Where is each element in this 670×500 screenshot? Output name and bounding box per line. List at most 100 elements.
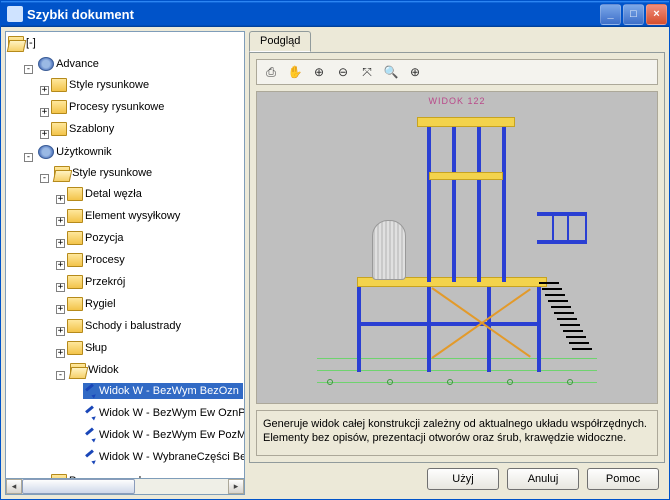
- tree-rygiel-label: Rygiel: [85, 296, 116, 312]
- gear-icon: [38, 145, 54, 159]
- tree-procesy[interactable]: Procesy: [67, 252, 129, 268]
- zoom-window-button[interactable]: 🔍: [381, 62, 401, 82]
- minimize-button[interactable]: _: [600, 4, 621, 25]
- tree-usr-style[interactable]: Style rysunkowe: [54, 165, 156, 181]
- folder-icon: [67, 253, 83, 267]
- folder-open-icon: [70, 363, 86, 377]
- collapse-icon[interactable]: -: [40, 174, 49, 183]
- tree-root-label: [-]: [26, 35, 36, 51]
- folder-icon: [67, 341, 83, 355]
- scroll-track[interactable]: [22, 479, 228, 494]
- expand-icon[interactable]: +: [56, 261, 65, 270]
- zoom-out-button[interactable]: ⊖: [333, 62, 353, 82]
- scroll-left-button[interactable]: ◂: [6, 479, 22, 494]
- expand-icon[interactable]: +: [56, 349, 65, 358]
- tree-view[interactable]: [-] - Advance +St: [5, 31, 245, 479]
- tree-root[interactable]: [-]: [8, 35, 40, 51]
- zoom-extents-button[interactable]: ⤧: [357, 62, 377, 82]
- scroll-thumb[interactable]: [22, 479, 135, 494]
- pan-button[interactable]: ✋: [285, 62, 305, 82]
- cancel-button[interactable]: Anuluj: [507, 468, 579, 490]
- tree-pozycja-label: Pozycja: [85, 230, 124, 246]
- folder-icon: [51, 100, 67, 114]
- tree-schody-label: Schody i balustrady: [85, 318, 181, 334]
- folder-icon: [67, 187, 83, 201]
- tree-element-label: Element wysyłkowy: [85, 208, 180, 224]
- expand-icon[interactable]: +: [40, 130, 49, 139]
- tree-widok-4[interactable]: Widok W - WybraneCzęści Be: [83, 449, 245, 465]
- expand-icon[interactable]: +: [56, 305, 65, 314]
- structure-drawing: [317, 112, 597, 404]
- tree-schody[interactable]: Schody i balustrady: [67, 318, 185, 334]
- tree-adv-proc-label: Procesy rysunkowe: [69, 99, 164, 115]
- preview-toolbar: ⎙ ✋ ⊕ ⊖ ⤧ 🔍 ⊕: [256, 59, 658, 85]
- folder-icon: [67, 297, 83, 311]
- folder-icon: [51, 122, 67, 136]
- expand-icon[interactable]: +: [40, 108, 49, 117]
- tree-slup[interactable]: Słup: [67, 340, 111, 356]
- expand-icon[interactable]: +: [40, 86, 49, 95]
- tree-usr-style-label: Style rysunkowe: [72, 165, 152, 181]
- tree-adv-style[interactable]: Style rysunkowe: [51, 77, 153, 93]
- folder-open-icon: [54, 166, 70, 180]
- use-button[interactable]: Użyj: [427, 468, 499, 490]
- tree-adv-szab-label: Szablony: [69, 121, 114, 137]
- collapse-icon[interactable]: -: [24, 153, 33, 162]
- tree-widok-2[interactable]: Widok W - BezWym Ew OznP: [83, 405, 245, 421]
- tree-adv-proc[interactable]: Procesy rysunkowe: [51, 99, 168, 115]
- preview-viewport[interactable]: WIDOK 122: [256, 91, 658, 404]
- window-buttons: _ □ ×: [600, 4, 667, 25]
- expand-icon[interactable]: +: [56, 283, 65, 292]
- content-area: [-] - Advance +St: [1, 27, 669, 499]
- collapse-icon[interactable]: -: [56, 371, 65, 380]
- tab-preview[interactable]: Podgląd: [249, 31, 311, 52]
- tree-slup-label: Słup: [85, 340, 107, 356]
- app-icon: [7, 6, 23, 22]
- tree-pozycja[interactable]: Pozycja: [67, 230, 128, 246]
- close-button[interactable]: ×: [646, 4, 667, 25]
- expand-icon[interactable]: +: [56, 217, 65, 226]
- tree-widok[interactable]: Widok: [70, 362, 123, 378]
- tab-preview-label: Podgląd: [260, 35, 300, 47]
- tree-detal[interactable]: Detal węzła: [67, 186, 146, 202]
- tree-hscrollbar[interactable]: ◂ ▸: [5, 479, 245, 495]
- dialog-buttons: Użyj Anuluj Pomoc: [249, 463, 665, 495]
- tree-rygiel[interactable]: Rygiel: [67, 296, 120, 312]
- description-line-2: Elementy bez opisów, prezentacji otworów…: [263, 431, 651, 445]
- tree-element[interactable]: Element wysyłkowy: [67, 208, 184, 224]
- expand-icon[interactable]: +: [56, 327, 65, 336]
- scroll-right-button[interactable]: ▸: [228, 479, 244, 494]
- tree-przekroj[interactable]: Przekrój: [67, 274, 129, 290]
- tree-advance-label: Advance: [56, 56, 99, 72]
- tree-widok-3[interactable]: Widok W - BezWym Ew PozM: [83, 427, 245, 443]
- folder-icon: [67, 319, 83, 333]
- folder-icon: [67, 275, 83, 289]
- tab-strip: Podgląd: [249, 31, 665, 53]
- tree-widok-1[interactable]: Widok W - BezWym BezOzn: [83, 383, 243, 399]
- collapse-icon[interactable]: -: [24, 65, 33, 74]
- tree-user[interactable]: Użytkownik: [38, 144, 116, 160]
- expand-icon[interactable]: +: [56, 239, 65, 248]
- folder-icon: [67, 209, 83, 223]
- tree-adv-szab[interactable]: Szablony: [51, 121, 118, 137]
- maximize-button[interactable]: □: [623, 4, 644, 25]
- tree-widok-2-label: Widok W - BezWym Ew OznP: [99, 405, 245, 421]
- pen-icon: [83, 428, 97, 442]
- tree-adv-style-label: Style rysunkowe: [69, 77, 149, 93]
- help-button[interactable]: Pomoc: [587, 468, 659, 490]
- print-button[interactable]: ⎙: [261, 62, 281, 82]
- zoom-center-button[interactable]: ⊕: [405, 62, 425, 82]
- pen-icon: [83, 450, 97, 464]
- tree-detal-label: Detal węzła: [85, 186, 142, 202]
- expand-icon[interactable]: +: [56, 195, 65, 204]
- tree-advance[interactable]: Advance: [38, 56, 103, 72]
- description-box: Generuje widok całej konstrukcji zależny…: [256, 410, 658, 456]
- preview-title: WIDOK 122: [428, 96, 485, 106]
- titlebar[interactable]: Szybki dokument _ □ ×: [1, 1, 669, 27]
- app-window: Szybki dokument _ □ × [-]: [0, 0, 670, 500]
- zoom-in-button[interactable]: ⊕: [309, 62, 329, 82]
- folder-open-icon: [8, 36, 24, 50]
- tree-procesy-label: Procesy: [85, 252, 125, 268]
- tree-przekroj-label: Przekrój: [85, 274, 125, 290]
- tree-widok-label: Widok: [88, 362, 119, 378]
